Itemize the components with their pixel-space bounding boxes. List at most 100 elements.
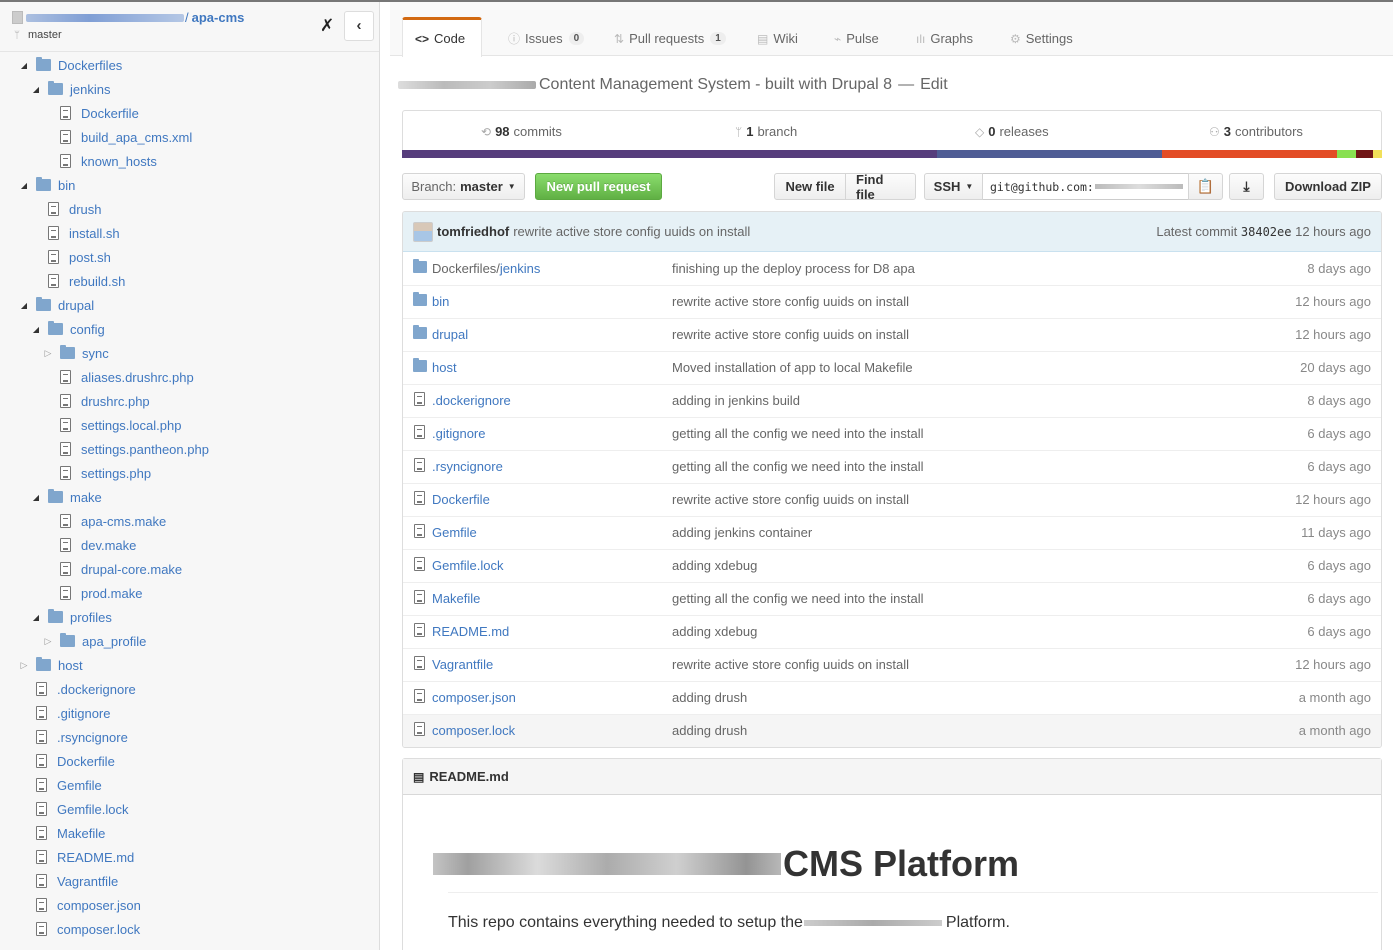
commit-message-link[interactable]: rewrite active store config uuids on ins… [672,492,909,507]
file-name-link[interactable]: composer.lock [432,723,515,738]
tree-item-label[interactable]: Dockerfile [81,106,139,121]
file-row[interactable]: host Moved installation of app to local M… [403,351,1381,384]
tree-item-label[interactable]: apa_profile [82,634,146,649]
file-name-link[interactable]: .gitignore [432,426,485,441]
tree-file[interactable]: Gemfile [0,773,379,797]
tree-file[interactable]: Vagrantfile [0,869,379,893]
tree-folder[interactable]: ◢ profiles [0,605,379,629]
file-name-link[interactable]: Vagrantfile [432,657,493,672]
copy-clone-url-button[interactable]: 📋 [1188,173,1223,200]
tree-item-label[interactable]: composer.json [57,898,141,913]
tree-item-label[interactable]: .gitignore [57,706,110,721]
tree-folder[interactable]: ▷ host [0,653,379,677]
tree-item-label[interactable]: bin [58,178,75,193]
tree-item-label[interactable]: Gemfile [57,778,102,793]
tree-item-label[interactable]: host [58,658,83,673]
commit-message-link[interactable]: adding jenkins container [672,525,812,540]
redacted-owner[interactable] [26,13,184,22]
tree-folder[interactable]: ▷ sync [0,341,379,365]
branches-link[interactable]: ᛘ 1 branch [735,124,797,139]
expanded-triangle-icon[interactable]: ◢ [30,613,42,622]
tree-item-label[interactable]: README.md [57,850,134,865]
file-row[interactable]: Dockerfiles/jenkins finishing up the depl… [403,252,1381,285]
commit-message-link[interactable]: adding drush [672,723,747,738]
commit-message-link[interactable]: rewrite active store config uuids on ins… [672,327,909,342]
file-row[interactable]: drupal rewrite active store config uuids … [403,318,1381,351]
tree-item-label[interactable]: drushrc.php [81,394,150,409]
file-name-link[interactable]: .dockerignore [432,393,511,408]
file-row[interactable]: Vagrantfile rewrite active store config u… [403,648,1381,681]
file-row[interactable]: .gitignore getting all the config we need… [403,417,1381,450]
commit-message-link[interactable]: rewrite active store config uuids on ins… [672,294,909,309]
commit-author-link[interactable]: tomfriedhof [437,224,509,239]
tree-file[interactable]: apa-cms.make [0,509,379,533]
tree-folder[interactable]: ◢ make [0,485,379,509]
tree-file[interactable]: known_hosts [0,149,379,173]
tree-file[interactable]: Makefile [0,821,379,845]
tab-pull-requests[interactable]: ⇅ Pull requests 1 [602,20,738,57]
expanded-triangle-icon[interactable]: ◢ [18,301,30,310]
commit-message-link[interactable]: adding drush [672,690,747,705]
tree-folder[interactable]: ◢ config [0,317,379,341]
tree-file[interactable]: aliases.drushrc.php [0,365,379,389]
language-segment[interactable] [1336,150,1356,158]
commit-message-link[interactable]: adding xdebug [672,624,757,639]
tree-item-label[interactable]: Dockerfile [57,754,115,769]
branch-select-button[interactable]: Branch: master ▼ [402,173,525,200]
tree-item-label[interactable]: known_hosts [81,154,157,169]
edit-description-link[interactable]: Edit [920,76,948,94]
tree-item-label[interactable]: apa-cms.make [81,514,166,529]
file-name-link[interactable]: Dockerfile [432,492,490,507]
repo-name-link[interactable]: apa-cms [192,10,245,25]
tree-file[interactable]: prod.make [0,581,379,605]
tree-folder[interactable]: ◢ jenkins [0,77,379,101]
file-row[interactable]: .rsyncignore getting all the config we ne… [403,450,1381,483]
tree-file[interactable]: rebuild.sh [0,269,379,293]
tree-file[interactable]: post.sh [0,245,379,269]
tree-item-label[interactable]: drupal [58,298,94,313]
language-segment[interactable] [1162,150,1337,158]
tree-folder[interactable]: ◢ drupal [0,293,379,317]
tree-item-label[interactable]: drupal-core.make [81,562,182,577]
file-row[interactable]: .dockerignore adding in jenkins build 8 da… [403,384,1381,417]
file-row[interactable]: bin rewrite active store config uuids on … [403,285,1381,318]
avatar[interactable] [413,221,433,242]
tree-item-label[interactable]: jenkins [70,82,110,97]
file-row[interactable]: Gemfile.lock adding xdebug 6 days ago [403,549,1381,582]
tree-file[interactable]: Dockerfile [0,749,379,773]
releases-link[interactable]: ◇ 0 releases [975,124,1049,139]
collapse-sidebar-button[interactable]: ‹ [344,11,374,41]
file-name-link[interactable]: Gemfile.lock [432,558,504,573]
commit-message-link[interactable]: adding in jenkins build [672,393,800,408]
tab-graphs[interactable]: ılı Graphs [904,20,985,57]
tree-file[interactable]: drush [0,197,379,221]
tree-item-label[interactable]: Makefile [57,826,105,841]
clone-url-input[interactable]: git@github.com: [983,173,1188,200]
expanded-triangle-icon[interactable]: ◢ [18,181,30,190]
file-name-link[interactable]: host [432,360,457,375]
settings-tools-icon[interactable]: ✗ [320,16,334,36]
language-segment[interactable] [1355,150,1374,158]
file-row[interactable]: composer.lock adding drush a month ago [403,714,1381,747]
commit-message-link[interactable]: rewrite active store config uuids on ins… [672,657,909,672]
expanded-triangle-icon[interactable]: ◢ [30,85,42,94]
tree-item-label[interactable]: config [70,322,105,337]
tree-item-label[interactable]: build_apa_cms.xml [81,130,192,145]
tree-item-label[interactable]: settings.local.php [81,418,181,433]
tree-item-label[interactable]: rebuild.sh [69,274,125,289]
commits-link[interactable]: ⟲ 98 commits [481,124,562,139]
tree-item-label[interactable]: prod.make [81,586,142,601]
tab-pulse[interactable]: ⌁ Pulse [822,20,891,57]
contributors-link[interactable]: ⚇ 3 contributors [1209,124,1303,139]
file-row[interactable]: composer.json adding drush a month ago [403,681,1381,714]
tree-item-label[interactable]: aliases.drushrc.php [81,370,194,385]
file-name-link[interactable]: bin [432,294,449,309]
tree-item-label[interactable]: dev.make [81,538,136,553]
tree-item-label[interactable]: sync [82,346,109,361]
file-name-link[interactable]: Gemfile [432,525,477,540]
tree-item-label[interactable]: Vagrantfile [57,874,118,889]
new-pull-request-button[interactable]: New pull request [535,173,662,200]
tree-item-label[interactable]: Gemfile.lock [57,802,129,817]
tree-file[interactable]: settings.php [0,461,379,485]
file-row[interactable]: Makefile getting all the config we need i… [403,582,1381,615]
